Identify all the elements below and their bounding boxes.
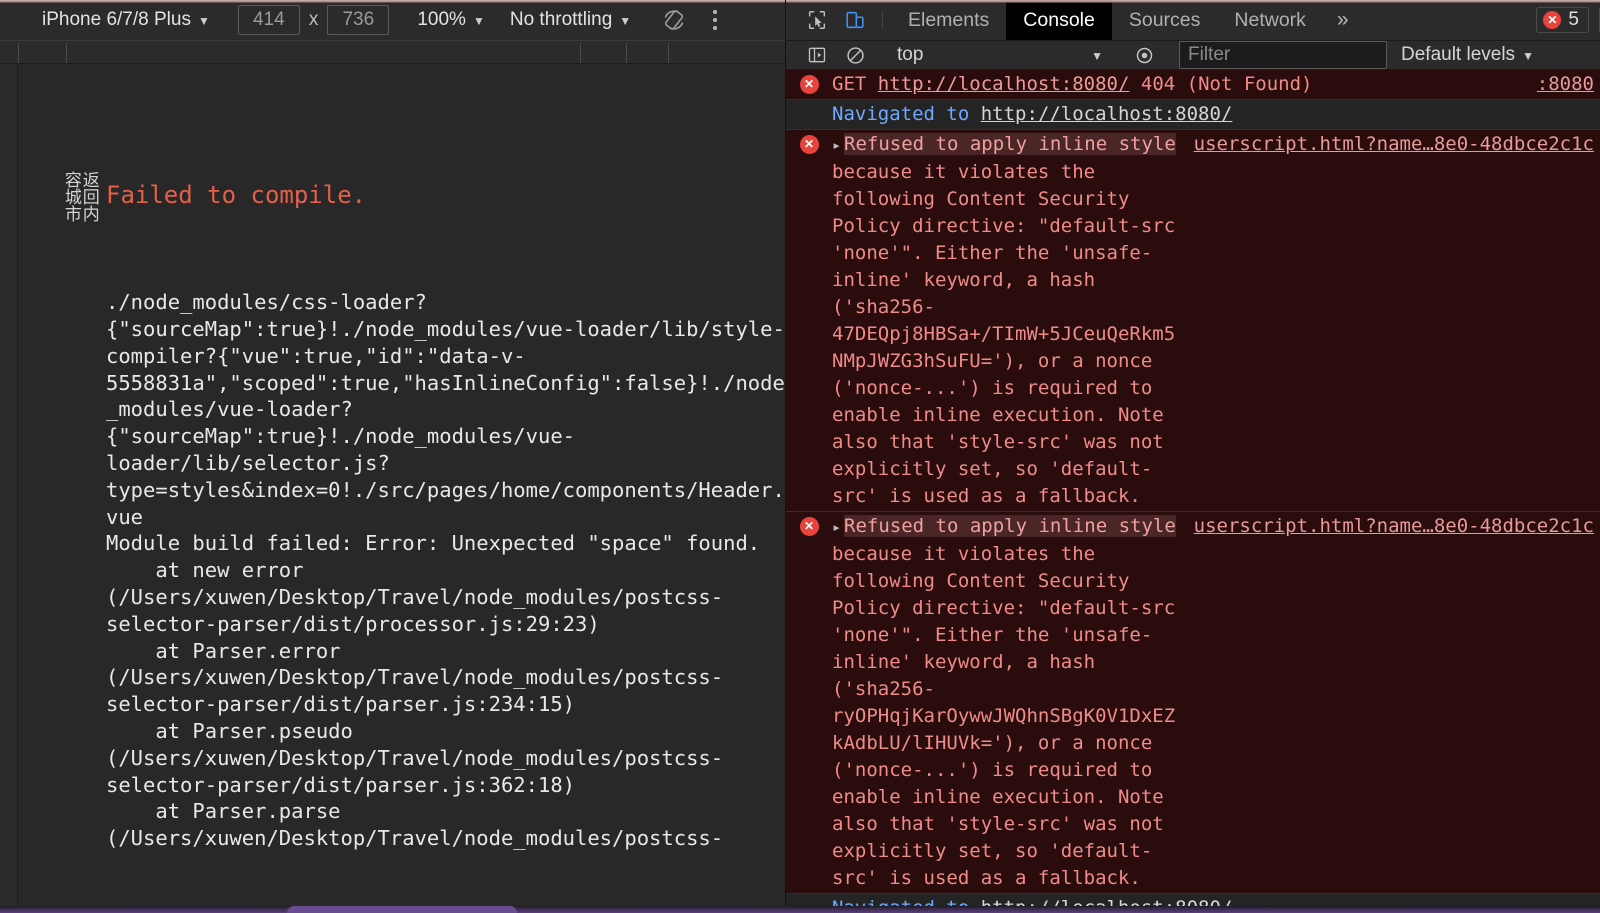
message-segment: because it violates the following Conten…: [832, 133, 1188, 507]
error-circle-icon: ✕: [799, 135, 819, 154]
tab-console-label: Console: [1023, 8, 1095, 31]
dimension-separator: x: [308, 9, 319, 30]
console-message-body: ▸ Refused to apply inline style because i…: [832, 131, 1600, 510]
horizontal-ruler: [0, 41, 785, 64]
console-message[interactable]: ✕ GET http://localhost:8080/ 404 (Not Fou…: [786, 70, 1600, 100]
error-circle-icon: ✕: [799, 517, 819, 536]
tab-sources[interactable]: Sources: [1112, 0, 1218, 40]
live-expression-icon[interactable]: [1126, 41, 1162, 69]
zoom-select-label: 100%: [417, 9, 466, 30]
console-message-source-link[interactable]: :8080: [1537, 73, 1594, 95]
message-segment[interactable]: http://localhost:8080/: [878, 73, 1130, 95]
message-segment[interactable]: http://localhost:8080/: [981, 103, 1233, 125]
console-filter-input[interactable]: Filter: [1179, 41, 1387, 69]
devtools-window: iPhone 6/7/8 Plus ▼ 414 x 736 100% ▼ No …: [0, 0, 1600, 913]
device-toolbar-icon[interactable]: [836, 0, 874, 40]
device-select[interactable]: iPhone 6/7/8 Plus ▼: [36, 6, 216, 34]
chevron-down-icon: ▼: [197, 14, 210, 28]
error-icon: ✕: [786, 71, 832, 98]
device-select-label: iPhone 6/7/8 Plus: [42, 9, 191, 30]
console-filter-bar: top ▼ Filter Default levels ▼: [786, 41, 1600, 70]
emulated-page-viewport[interactable]: 返回内容城市 Failed to compile. ./node_modules…: [18, 64, 785, 913]
tab-console[interactable]: Console: [1006, 0, 1112, 40]
console-levels-label: Default levels: [1401, 44, 1516, 65]
console-context-label: top: [897, 44, 924, 65]
expand-arrow-icon[interactable]: ▸: [832, 136, 841, 154]
error-circle-icon: ✕: [799, 75, 819, 94]
console-message-text: ▸ Refused to apply inline style because i…: [832, 513, 1180, 892]
console-message-list[interactable]: ✕ GET http://localhost:8080/ 404 (Not Fou…: [786, 70, 1600, 913]
message-icon-slot: [786, 101, 832, 128]
device-width-input[interactable]: 414: [237, 5, 300, 35]
error-count-badge[interactable]: ✕ 5: [1536, 7, 1589, 33]
compile-error-body: ./node_modules/css-loader?{"sourceMap":t…: [106, 290, 785, 851]
throttling-select-label: No throttling: [509, 9, 613, 30]
console-message-source-link[interactable]: userscript.html?name…8e0-48dbce2c1c: [1194, 133, 1594, 155]
tab-elements[interactable]: Elements: [891, 0, 1006, 40]
os-taskbar-strip: [0, 906, 1600, 913]
tab-sources-label: Sources: [1128, 8, 1201, 31]
message-segment: Refused to apply inline style: [844, 133, 1176, 155]
message-segment: Refused to apply inline style: [844, 515, 1176, 537]
chevron-down-icon: ▼: [472, 14, 485, 28]
device-height-input[interactable]: 736: [327, 5, 390, 35]
console-message-body: Navigated to http://localhost:8080/: [832, 101, 1600, 128]
console-message-text: GET http://localhost:8080/ 404 (Not Foun…: [832, 71, 1523, 98]
console-message-body: GET http://localhost:8080/ 404 (Not Foun…: [832, 71, 1600, 98]
tab-elements-label: Elements: [908, 8, 990, 31]
error-icon: ✕: [786, 513, 832, 892]
inspect-element-icon[interactable]: [798, 0, 836, 40]
console-sidebar-icon[interactable]: [798, 45, 836, 65]
console-message-text: ▸ Refused to apply inline style because i…: [832, 131, 1180, 510]
devtools-panel: Elements Console Sources Network » ✕ 5 t…: [785, 0, 1600, 913]
compile-error-title: Failed to compile.: [106, 180, 367, 209]
tab-network[interactable]: Network: [1217, 0, 1323, 40]
toolbar-divider: [882, 10, 883, 30]
rotate-device-icon[interactable]: [659, 5, 689, 35]
console-context-select[interactable]: top ▼: [891, 41, 1109, 69]
throttling-select[interactable]: No throttling ▼: [504, 6, 637, 34]
console-message[interactable]: Navigated to http://localhost:8080/: [786, 100, 1600, 130]
viewport-wrapper: 返回内容城市 Failed to compile. ./node_modules…: [0, 64, 785, 913]
message-segment: because it violates the following Conten…: [832, 515, 1188, 889]
console-levels-select[interactable]: Default levels ▼: [1401, 44, 1534, 66]
message-segment: 404 (Not Found): [1129, 73, 1313, 95]
zoom-select[interactable]: 100% ▼: [411, 6, 491, 34]
console-message-source-link[interactable]: userscript.html?name…8e0-48dbce2c1c: [1194, 515, 1594, 537]
clear-console-icon[interactable]: [836, 45, 874, 66]
tab-network-label: Network: [1234, 8, 1306, 31]
console-message[interactable]: ✕ ▸ Refused to apply inline style because …: [786, 512, 1600, 894]
vertical-ruler: [0, 64, 18, 913]
compile-error-overlay: Failed to compile. ./node_modules/css-lo…: [18, 64, 785, 913]
device-toolbar: iPhone 6/7/8 Plus ▼ 414 x 736 100% ▼ No …: [0, 0, 785, 41]
more-tabs-icon[interactable]: »: [1323, 0, 1363, 40]
console-message-text: Navigated to http://localhost:8080/: [832, 101, 1594, 128]
chevron-down-icon: ▼: [1522, 49, 1534, 63]
chevron-down-icon: ▼: [619, 14, 632, 28]
message-segment: GET: [832, 73, 878, 95]
error-circle-icon: ✕: [1543, 11, 1562, 29]
devtools-tabbar: Elements Console Sources Network » ✕ 5: [786, 0, 1600, 41]
error-icon: ✕: [786, 131, 832, 510]
expand-arrow-icon[interactable]: ▸: [832, 518, 841, 536]
console-message[interactable]: ✕ ▸ Refused to apply inline style because …: [786, 130, 1600, 512]
taskbar-active-pill: [287, 906, 517, 913]
device-emulation-pane: iPhone 6/7/8 Plus ▼ 414 x 736 100% ▼ No …: [0, 0, 785, 913]
device-more-options-icon[interactable]: [702, 5, 728, 35]
message-segment: Navigated to: [832, 103, 981, 125]
error-count-label: 5: [1568, 9, 1579, 30]
console-message-body: ▸ Refused to apply inline style because i…: [832, 513, 1600, 892]
chevron-down-icon: ▼: [1091, 49, 1103, 63]
